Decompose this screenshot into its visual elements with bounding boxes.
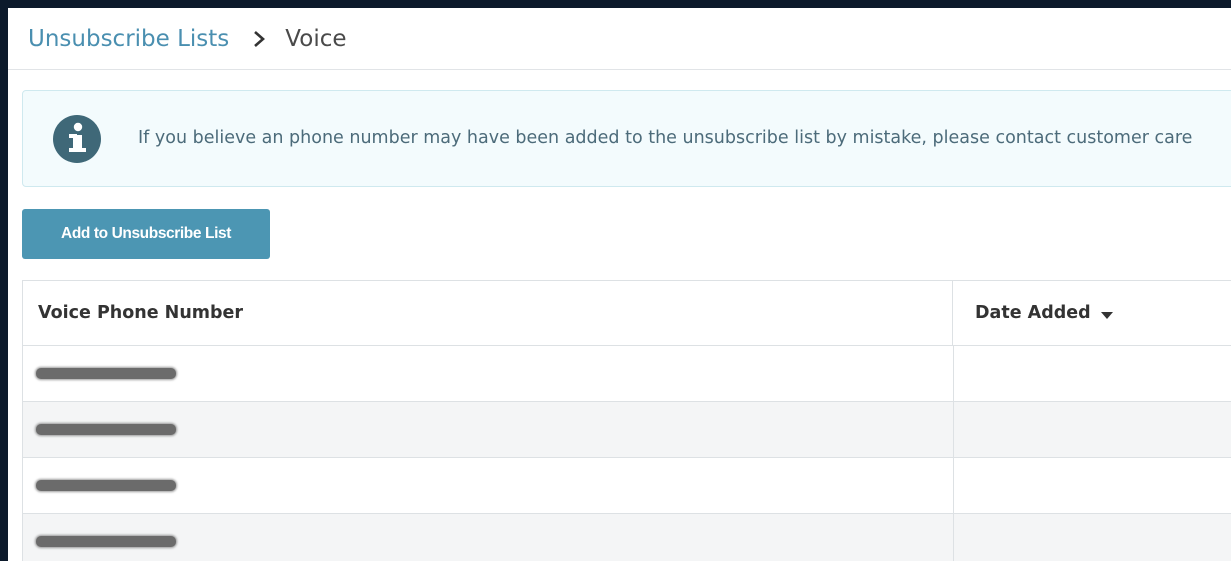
redacted-phone-number [36, 480, 176, 491]
date-cell [954, 458, 1231, 513]
date-cell [954, 514, 1231, 561]
sort-descending-icon [1100, 312, 1113, 319]
info-icon [53, 115, 101, 163]
phone-cell [23, 346, 954, 401]
add-to-unsubscribe-list-button[interactable]: Add to Unsubscribe List [22, 209, 270, 259]
info-message: If you believe an phone number may have … [138, 128, 1193, 148]
table-row[interactable] [23, 346, 1231, 402]
table-row[interactable] [23, 458, 1231, 514]
redacted-phone-number [36, 424, 176, 435]
info-alert: If you believe an phone number may have … [22, 90, 1231, 187]
redacted-phone-number [36, 368, 176, 379]
table-row[interactable] [23, 402, 1231, 458]
phone-cell [23, 458, 954, 513]
column-header-date-added-label: Date Added [975, 303, 1091, 323]
column-header-voice-phone-number[interactable]: Voice Phone Number [23, 281, 953, 345]
phone-cell [23, 402, 954, 457]
main-panel: Unsubscribe Lists Voice If you believe a… [8, 8, 1231, 561]
redacted-phone-number [36, 536, 176, 547]
date-cell [954, 402, 1231, 457]
table-row[interactable] [23, 514, 1231, 561]
table-header: Voice Phone Number Date Added [23, 281, 1231, 346]
breadcrumb: Unsubscribe Lists Voice [28, 8, 347, 69]
header-divider [8, 69, 1231, 70]
breadcrumb-current: Voice [285, 25, 347, 52]
date-cell [954, 346, 1231, 401]
unsubscribe-table: Voice Phone Number Date Added [22, 280, 1231, 561]
breadcrumb-unsubscribe-lists-link[interactable]: Unsubscribe Lists [28, 26, 229, 52]
column-header-date-added[interactable]: Date Added [953, 281, 1231, 345]
phone-cell [23, 514, 954, 561]
chevron-right-icon [254, 30, 266, 47]
